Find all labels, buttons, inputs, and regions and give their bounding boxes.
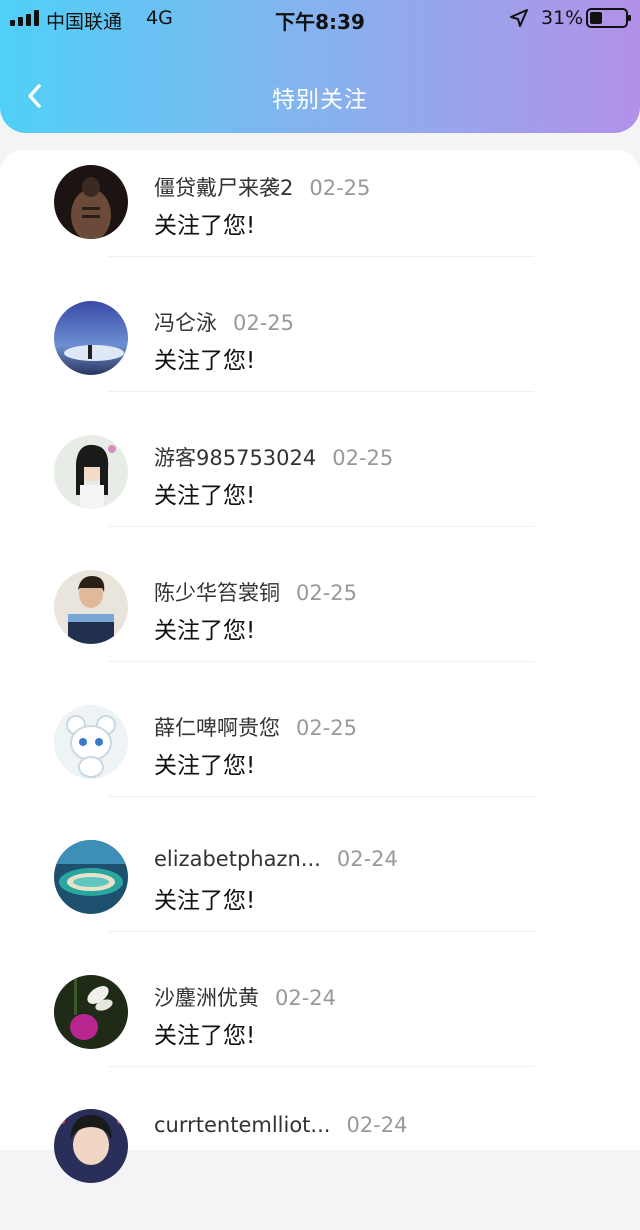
divider	[108, 661, 534, 662]
list-item[interactable]: 薛仁啤啊贵您 02-25 关注了您!	[0, 690, 640, 825]
notification-text: 关注了您!	[154, 1023, 256, 1049]
notification-text: 关注了您!	[154, 888, 256, 914]
notification-text: 关注了您!	[154, 753, 256, 779]
name-line: 陈少华笞裳铜 02-25	[154, 577, 357, 607]
avatar[interactable]	[54, 165, 128, 239]
notification-text: 关注了您!	[154, 618, 256, 644]
notification-text: 关注了您!	[154, 483, 256, 509]
user-name[interactable]: 游客985753024	[154, 446, 316, 470]
name-line: currtentemlliot... 02-24	[154, 1113, 407, 1137]
notification-text: 关注了您!	[154, 348, 256, 374]
page-title: 特别关注	[272, 87, 368, 113]
avatar-image	[54, 165, 128, 239]
list-item[interactable]: 沙鏖洲优黄 02-24 关注了您!	[0, 960, 640, 1095]
name-line: 僵贷戴尸来袭2 02-25	[154, 172, 370, 202]
notification-text: 关注了您!	[154, 213, 256, 239]
divider	[108, 526, 534, 527]
user-name[interactable]: currtentemlliot...	[154, 1113, 330, 1137]
list-item[interactable]: currtentemlliot... 02-24	[0, 1095, 640, 1230]
status-bar: 中国联通 4G 下午8:39 31%	[0, 0, 640, 36]
notification-date: 02-24	[336, 847, 398, 871]
list-item[interactable]: 僵贷戴尸来袭2 02-25 关注了您!	[0, 150, 640, 285]
user-name[interactable]: 薛仁啤啊贵您	[154, 716, 280, 740]
divider	[108, 256, 534, 257]
avatar-image	[54, 570, 128, 644]
avatar-image	[54, 1109, 128, 1183]
header-bar: 中国联通 4G 下午8:39 31% 特别关注	[0, 0, 640, 133]
avatar[interactable]	[54, 840, 128, 914]
notification-date: 02-25	[332, 446, 394, 470]
divider	[108, 1066, 534, 1067]
name-line: elizabetphazn... 02-24	[154, 847, 398, 871]
notification-list: 僵贷戴尸来袭2 02-25 关注了您! 冯仑泳 02-25 关注了您! 游客98…	[0, 150, 640, 1183]
divider	[108, 796, 534, 797]
name-line: 冯仑泳 02-25	[154, 307, 294, 337]
user-name[interactable]: 沙鏖洲优黄	[154, 986, 259, 1010]
divider	[108, 391, 534, 392]
notification-date: 02-25	[309, 176, 371, 200]
notification-date: 02-24	[275, 986, 337, 1010]
list-item[interactable]: elizabetphazn... 02-24 关注了您!	[0, 825, 640, 960]
name-line: 沙鏖洲优黄 02-24	[154, 982, 336, 1012]
location-arrow-icon	[510, 9, 528, 27]
avatar[interactable]	[54, 1109, 128, 1183]
list-item[interactable]: 冯仑泳 02-25 关注了您!	[0, 285, 640, 420]
list-item[interactable]: 游客985753024 02-25 关注了您!	[0, 420, 640, 555]
user-name[interactable]: elizabetphazn...	[154, 847, 321, 871]
user-name[interactable]: 冯仑泳	[154, 311, 217, 335]
avatar[interactable]	[54, 435, 128, 509]
avatar[interactable]	[54, 570, 128, 644]
avatar[interactable]	[54, 705, 128, 779]
list-item[interactable]: 陈少华笞裳铜 02-25 关注了您!	[0, 555, 640, 690]
name-line: 薛仁啤啊贵您 02-25	[154, 712, 357, 742]
notification-date: 02-25	[296, 716, 358, 740]
avatar-image	[54, 705, 128, 779]
user-name[interactable]: 僵贷戴尸来袭2	[154, 176, 293, 200]
notification-date: 02-25	[233, 311, 295, 335]
avatar-image	[54, 840, 128, 914]
notification-date: 02-24	[346, 1113, 408, 1137]
divider	[108, 931, 534, 932]
avatar[interactable]	[54, 975, 128, 1049]
avatar-image	[54, 301, 128, 375]
avatar-image	[54, 975, 128, 1049]
avatar[interactable]	[54, 301, 128, 375]
battery-icon	[586, 8, 631, 28]
name-line: 游客985753024 02-25	[154, 442, 393, 472]
avatar-image	[54, 435, 128, 509]
battery-percent: 31%	[541, 7, 584, 29]
user-name[interactable]: 陈少华笞裳铜	[154, 581, 280, 605]
notification-date: 02-25	[296, 581, 358, 605]
